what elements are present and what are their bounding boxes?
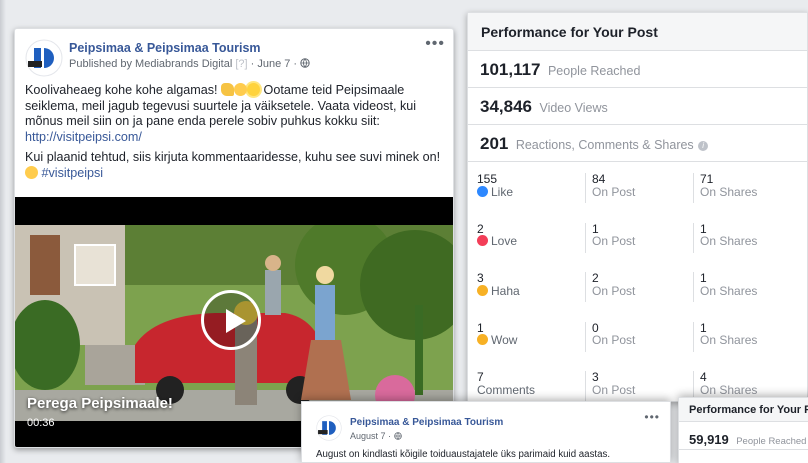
page-name-link[interactable]: Peipsimaa & Peipsimaa Tourism [69, 41, 261, 55]
smile-emoji-icon [234, 83, 248, 96]
page-logo[interactable] [25, 39, 63, 77]
love-label: Love [491, 234, 518, 248]
reactions-grid: 155 Like 84 On Post 71 On Shares 2 Love 1 On … [468, 164, 807, 401]
video-title: Perega Peipsimaale! [27, 395, 173, 412]
info-icon[interactable]: i [698, 141, 709, 151]
website-link[interactable]: http://visitpeipsi.com/ [25, 130, 142, 144]
on-shares-label: On Shares [700, 184, 758, 199]
globe-icon [393, 432, 402, 440]
haha-icon [477, 284, 488, 296]
haha-label: Haha [491, 283, 520, 298]
video-duration: 00:36 [27, 417, 55, 429]
on-shares-label: On Shares [700, 333, 758, 347]
people-reached-label: People Reached [547, 64, 641, 78]
sun-emoji-icon [247, 83, 261, 96]
people-reached-label: People Reached [736, 436, 807, 447]
on-post-label: On Post [592, 234, 636, 248]
reaction-row-wow: 1 Wow 0 On Post 1 On Shares [468, 313, 807, 363]
window-edge [0, 0, 6, 463]
comments-on-shares-count: 4 [700, 370, 707, 384]
performance-panel-2: Performance for Your Post 59,919 People … [678, 397, 808, 463]
engagement-row: 201 Reactions, Comments & Shares i [468, 125, 807, 162]
post-card-2: Peipsimaa & Peipsimaa Tourism August 7 ·… [301, 401, 671, 463]
on-shares-label: On Shares [700, 283, 758, 298]
more-options-button[interactable]: ••• [644, 410, 660, 424]
performance-title: Performance for Your Post [679, 398, 808, 422]
post-text: Koolivaheaeg kohe kohe algamas! Ootame t… [25, 83, 445, 186]
post-card-1: Peipsimaa & Peipsimaa Tourism Published … [14, 28, 454, 448]
comments-on-post-count: 3 [592, 370, 599, 384]
people-reached-row: 59,919 People Reached [679, 422, 808, 450]
post-date[interactable]: August 7 · [350, 431, 391, 441]
publisher-link[interactable]: Mediabrands Digital [135, 58, 232, 70]
globe-icon [300, 58, 310, 68]
wow-icon [477, 334, 488, 345]
smile-emoji-icon [25, 165, 38, 179]
like-on-shares-count: 71 [700, 172, 714, 186]
people-reached-value: 101,117 [480, 60, 541, 79]
on-post-label: On Post [592, 184, 636, 199]
like-on-post-count: 84 [592, 172, 606, 186]
published-prefix: Published by [69, 58, 136, 70]
on-post-label: On Post [592, 382, 636, 397]
post-text-line1: Koolivaheaeg kohe kohe algamas! [25, 83, 218, 97]
video-views-value: 34,846 [480, 97, 532, 116]
help-mark[interactable]: [?] [235, 58, 247, 70]
wow-label: Wow [491, 333, 518, 347]
like-icon [477, 185, 488, 197]
post-header: Peipsimaa & Peipsimaa Tourism Published … [25, 35, 445, 79]
post-text-line2: Kui plaanid tehtud, siis kirjuta komment… [25, 150, 441, 164]
on-shares-label: On Shares [700, 382, 758, 397]
people-reached-value: 59,919 [689, 432, 729, 447]
reaction-row-like: 155 Like 84 On Post 71 On Shares [468, 164, 807, 214]
video-views-label: Video Views [539, 101, 608, 115]
haha-on-shares-count: 1 [700, 271, 707, 285]
comments-count: 7 [477, 370, 484, 384]
hashtag-link[interactable]: #visitpeipsi [42, 166, 104, 180]
like-label: Like [491, 184, 514, 199]
on-shares-label: On Shares [700, 234, 758, 248]
page-logo[interactable] [316, 415, 342, 441]
comments-row: 7 Comments 3 On Post 4 On Shares [468, 362, 807, 401]
comments-label: Comments [477, 382, 536, 397]
on-post-label: On Post [592, 283, 636, 298]
reaction-row-haha: 3 Haha 2 On Post 1 On Shares [468, 263, 807, 313]
performance-panel: Performance for Your Post 101,117 People… [467, 12, 808, 402]
haha-on-post-count: 2 [592, 271, 599, 285]
thumbs-emoji-icon [221, 83, 235, 96]
engagement-label: Reactions, Comments & Shares [515, 138, 694, 152]
on-post-label: On Post [592, 333, 636, 347]
reaction-row-love: 2 Love 1 On Post 1 On Shares [468, 214, 807, 264]
play-button[interactable] [201, 290, 261, 350]
post-text: August on kindlasti kõigile toiduaustaja… [316, 449, 611, 460]
engagement-value: 201 [480, 134, 509, 153]
more-options-button[interactable]: ••• [425, 35, 445, 53]
page-name-link[interactable]: Peipsimaa & Peipsimaa Tourism [350, 417, 503, 428]
post-date[interactable]: · June 7 · [251, 58, 297, 70]
post-meta: Published by Mediabrands Digital [?] · J… [69, 58, 310, 70]
people-reached-row: 101,117 People Reached [468, 51, 807, 88]
performance-title: Performance for Your Post [468, 13, 807, 51]
post-meta: August 7 · [350, 431, 402, 441]
video-views-row: 34,846 Video Views [468, 88, 807, 125]
love-icon [477, 235, 488, 246]
